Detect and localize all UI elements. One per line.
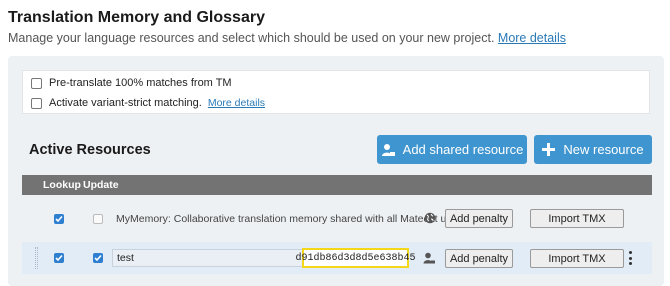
table-row: MyMemory: Collaborative translation memo… — [22, 204, 652, 234]
drag-handle[interactable] — [35, 247, 38, 269]
update-checkbox[interactable] — [93, 214, 103, 224]
pretranslate-option[interactable]: Pre-translate 100% matches from TM — [31, 77, 232, 89]
more-options-icon[interactable] — [627, 251, 633, 265]
resource-name: MyMemory: Collaborative translation memo… — [116, 213, 470, 225]
pretranslate-checkbox[interactable] — [31, 77, 42, 89]
active-resources-title: Active Resources — [29, 142, 151, 158]
new-resource-button[interactable]: New resource — [534, 135, 652, 164]
variant-strict-checkbox[interactable] — [31, 97, 42, 109]
more-details-link[interactable]: More details — [498, 31, 566, 45]
lookup-checkbox[interactable] — [54, 214, 64, 224]
user-share-icon — [381, 143, 395, 157]
new-resource-label: New resource — [563, 142, 644, 157]
page-title: Translation Memory and Glossary — [8, 9, 265, 26]
pretranslate-label: Pre-translate 100% matches from TM — [49, 77, 232, 89]
variant-strict-label: Activate variant-strict matching. — [49, 97, 202, 109]
plus-icon — [542, 143, 556, 156]
variant-more-details-link[interactable]: More details — [208, 97, 265, 109]
options-box: Pre-translate 100% matches from TM Activ… — [22, 70, 650, 114]
table-row-selected: test d91db86d3d8d5e638b45 Add penalty Im… — [22, 242, 652, 274]
add-penalty-button[interactable]: Add penalty — [445, 249, 513, 268]
resource-key: d91db86d3d8d5e638b45 — [295, 248, 416, 268]
resource-name-input[interactable]: test — [112, 249, 312, 267]
page-subtitle: Manage your language resources and selec… — [8, 31, 566, 45]
subtitle-text: Manage your language resources and selec… — [8, 31, 495, 45]
column-update: Update — [83, 179, 119, 191]
import-tmx-button[interactable]: Import TMX — [530, 249, 624, 268]
update-checkbox[interactable] — [93, 253, 103, 263]
column-lookup: Lookup — [43, 179, 81, 191]
user-icon — [423, 251, 435, 269]
lookup-checkbox[interactable] — [54, 253, 64, 263]
add-shared-resource-label: Add shared resource — [402, 142, 524, 157]
globe-icon — [424, 211, 436, 229]
add-penalty-button[interactable]: Add penalty — [445, 209, 513, 228]
resources-table-header: Lookup Update — [22, 175, 652, 195]
add-shared-resource-button[interactable]: Add shared resource — [377, 135, 527, 164]
variant-strict-option[interactable]: Activate variant-strict matching. More d… — [31, 97, 265, 109]
import-tmx-button[interactable]: Import TMX — [530, 209, 624, 228]
